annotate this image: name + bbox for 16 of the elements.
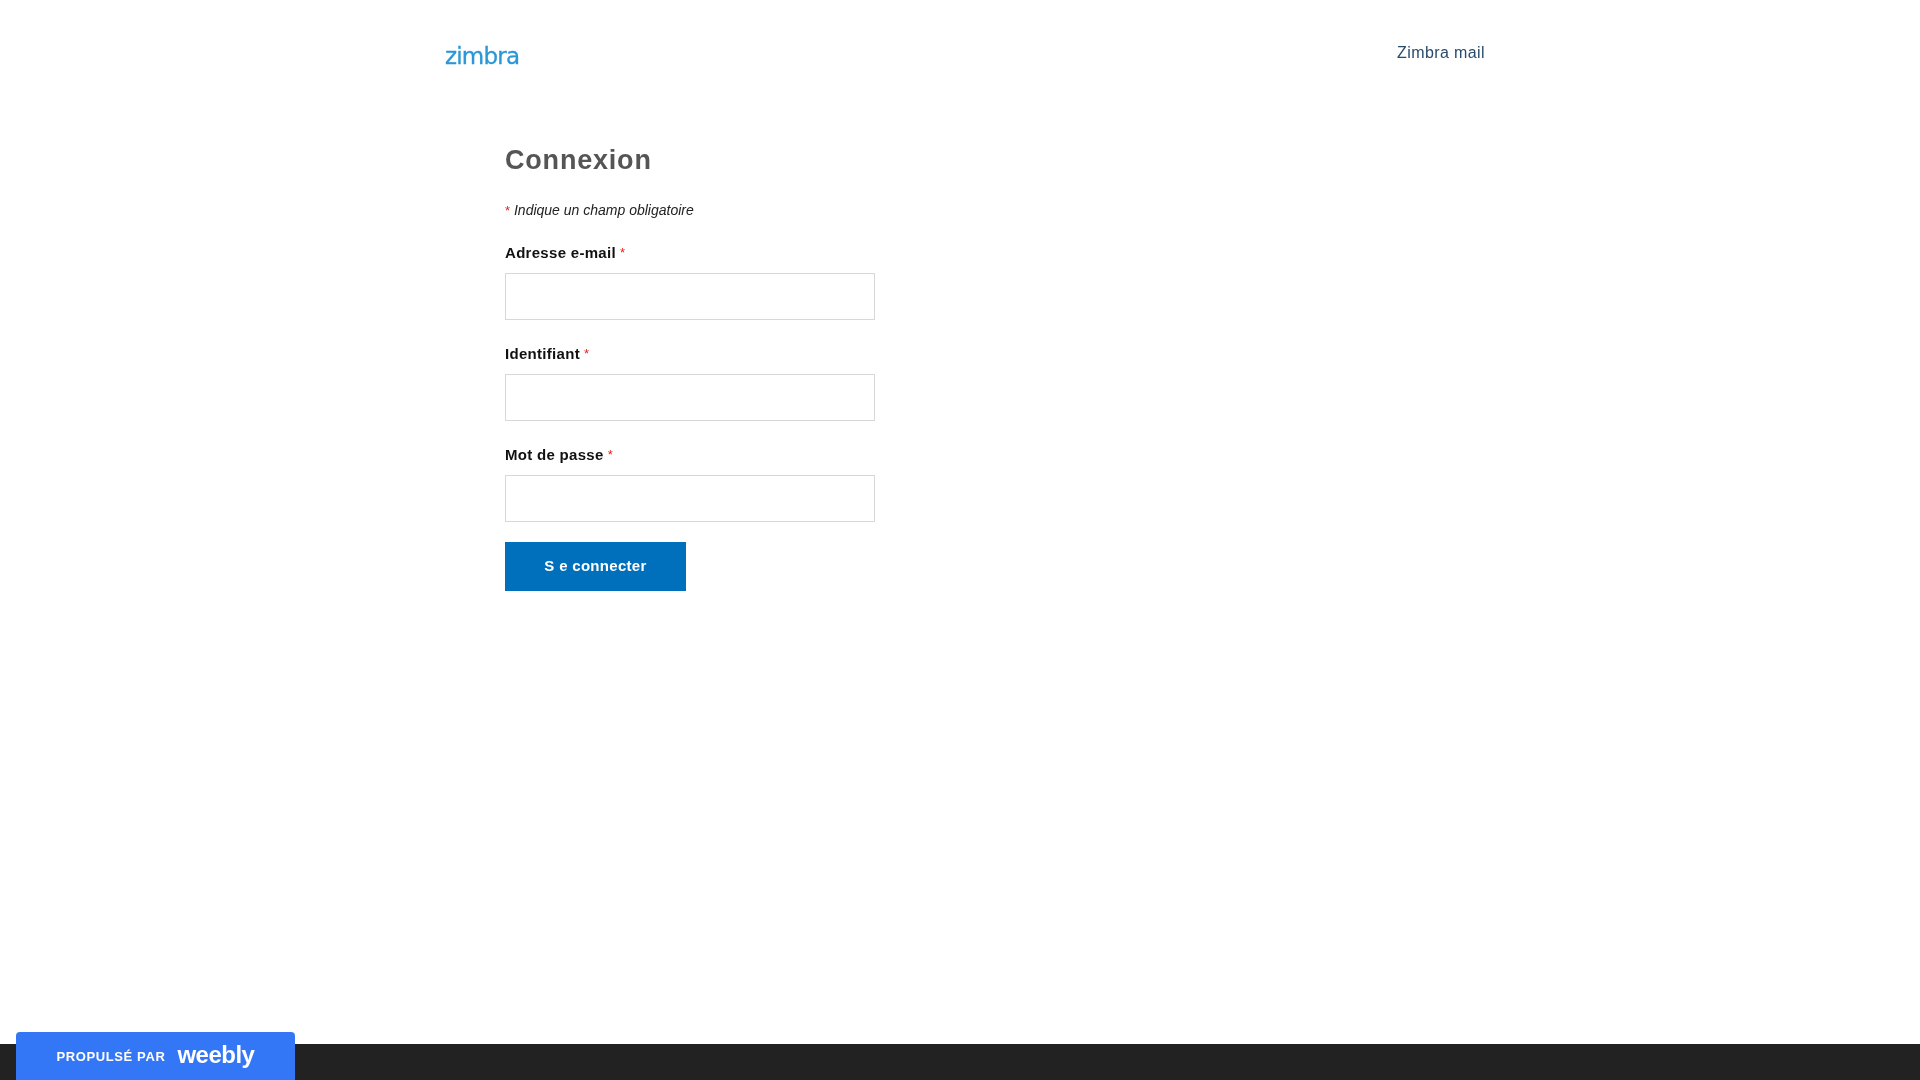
input-field[interactable] <box>505 373 875 421</box>
required-note: Indique un champ obligatoire <box>513 201 694 218</box>
required-asterisk: * <box>607 445 613 464</box>
site-logo[interactable]: zimbra <box>445 38 520 68</box>
page-title: Connexion <box>505 144 652 177</box>
input-field[interactable] <box>505 474 875 522</box>
submit-button[interactable]: S e connecter <box>505 541 686 591</box>
powered-by-badge[interactable]: PROPULSÉ PAR weebly <box>16 1032 295 1080</box>
required-asterisk: * <box>583 344 590 363</box>
field-label: Identifiant <box>505 343 580 364</box>
field-label: Mot de passe <box>505 444 604 465</box>
required-asterisk: * <box>619 243 625 262</box>
input-field[interactable] <box>505 272 875 320</box>
nav-link[interactable]: Zimbra mail <box>1397 41 1485 65</box>
field-label: Adresse e-mail <box>505 242 616 263</box>
required-asterisk: * <box>505 202 511 218</box>
